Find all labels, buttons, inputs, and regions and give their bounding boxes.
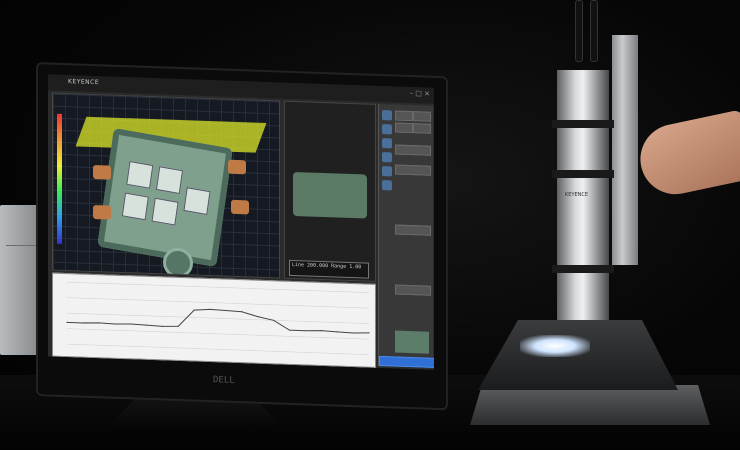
measurement-readout: Line 200.000 Range 1.00 bbox=[289, 259, 369, 279]
circuit-board-model bbox=[97, 127, 233, 268]
microscope-arm bbox=[612, 35, 638, 265]
tool-icon[interactable] bbox=[382, 138, 392, 149]
chart-gridline bbox=[67, 312, 369, 324]
monitor-screen: KEYENCE – □ × Line 200.000 Range 1.00 bbox=[48, 74, 434, 370]
cable bbox=[575, 0, 583, 62]
lens-ring bbox=[552, 170, 614, 178]
control-panel bbox=[378, 103, 434, 368]
copper-terminal bbox=[231, 199, 249, 215]
chip bbox=[155, 166, 184, 195]
chip bbox=[121, 192, 149, 221]
microscope-base bbox=[470, 385, 710, 425]
tool-icon[interactable] bbox=[382, 166, 392, 177]
tool-icon[interactable] bbox=[382, 180, 392, 191]
lens-ring bbox=[552, 120, 614, 128]
stage-illumination bbox=[520, 335, 590, 357]
panel-thumbnail bbox=[395, 330, 429, 354]
panel-button[interactable] bbox=[395, 122, 413, 134]
chart-gridline bbox=[67, 281, 369, 293]
hand bbox=[633, 109, 740, 201]
profile-chart[interactable] bbox=[52, 272, 376, 368]
tool-icon[interactable] bbox=[382, 110, 392, 121]
window-controls[interactable]: – □ × bbox=[410, 89, 430, 98]
panel-button[interactable] bbox=[413, 123, 431, 134]
tool-icon[interactable] bbox=[382, 152, 392, 163]
monitor-logo: DELL bbox=[213, 375, 235, 386]
chip bbox=[126, 160, 154, 189]
panel-button[interactable] bbox=[395, 164, 431, 176]
copper-terminal bbox=[93, 164, 111, 180]
3d-viewport[interactable] bbox=[52, 92, 280, 279]
selected-row[interactable] bbox=[379, 355, 434, 368]
chart-gridline bbox=[67, 328, 369, 340]
panel-button[interactable] bbox=[395, 224, 431, 236]
tool-icon[interactable] bbox=[382, 124, 392, 135]
copper-terminal bbox=[93, 204, 111, 220]
microscope-logo: KEYENCE bbox=[565, 192, 589, 198]
profile-series-line bbox=[67, 308, 370, 334]
profile-point bbox=[273, 319, 275, 321]
app-title: KEYENCE bbox=[68, 78, 100, 87]
photo-scene: KEYENCE – □ × Line 200.000 Range 1.00 DE… bbox=[0, 0, 740, 450]
chart-gridline bbox=[67, 297, 369, 309]
chip bbox=[183, 187, 211, 216]
lens-ring bbox=[552, 265, 614, 273]
panel-button[interactable] bbox=[395, 110, 413, 122]
profile-point bbox=[257, 316, 259, 318]
preview-pane[interactable]: Line 200.000 Range 1.00 bbox=[284, 100, 376, 282]
panel-button[interactable] bbox=[395, 284, 431, 296]
preview-thumbnail bbox=[293, 171, 367, 219]
chart-gridline bbox=[67, 343, 369, 355]
chip bbox=[151, 197, 179, 226]
cable bbox=[590, 0, 598, 62]
panel-button[interactable] bbox=[413, 111, 431, 122]
round-component bbox=[163, 247, 193, 279]
panel-button[interactable] bbox=[395, 144, 431, 156]
profile-chart-svg bbox=[66, 281, 370, 355]
copper-terminal bbox=[228, 159, 246, 175]
monitor: KEYENCE – □ × Line 200.000 Range 1.00 DE… bbox=[36, 62, 448, 411]
height-colorbar bbox=[57, 113, 62, 244]
